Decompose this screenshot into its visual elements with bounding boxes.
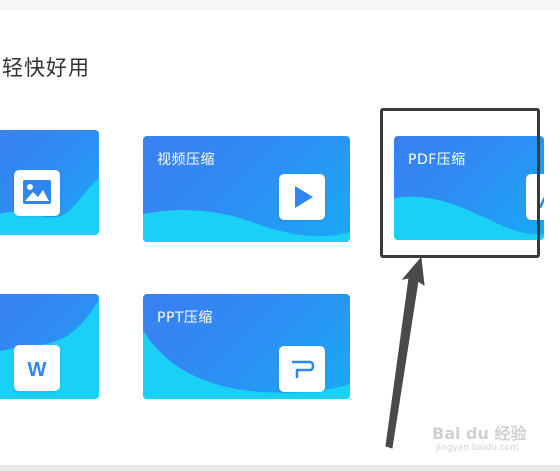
ppt-compress-card[interactable]: PPT压缩: [143, 294, 350, 399]
top-bar: [0, 0, 560, 10]
watermark-url: jingyan.baidu.com: [436, 443, 520, 453]
image-icon: [14, 170, 60, 216]
highlight-box: [380, 108, 540, 258]
ppt-icon: [279, 346, 325, 392]
video-compress-card[interactable]: 视频压缩: [143, 136, 350, 242]
word-icon: W: [14, 345, 60, 391]
image-compress-card[interactable]: [0, 130, 99, 235]
watermark-brand: Bai du 经验: [432, 424, 527, 443]
play-icon: [279, 174, 325, 220]
bottom-bar: [0, 465, 560, 471]
card-label: PPT压缩: [157, 310, 213, 326]
word-compress-card[interactable]: W: [0, 294, 99, 399]
svg-text:W: W: [28, 359, 47, 381]
section-title: 轻快好用: [2, 56, 90, 80]
card-label: 视频压缩: [157, 152, 215, 168]
